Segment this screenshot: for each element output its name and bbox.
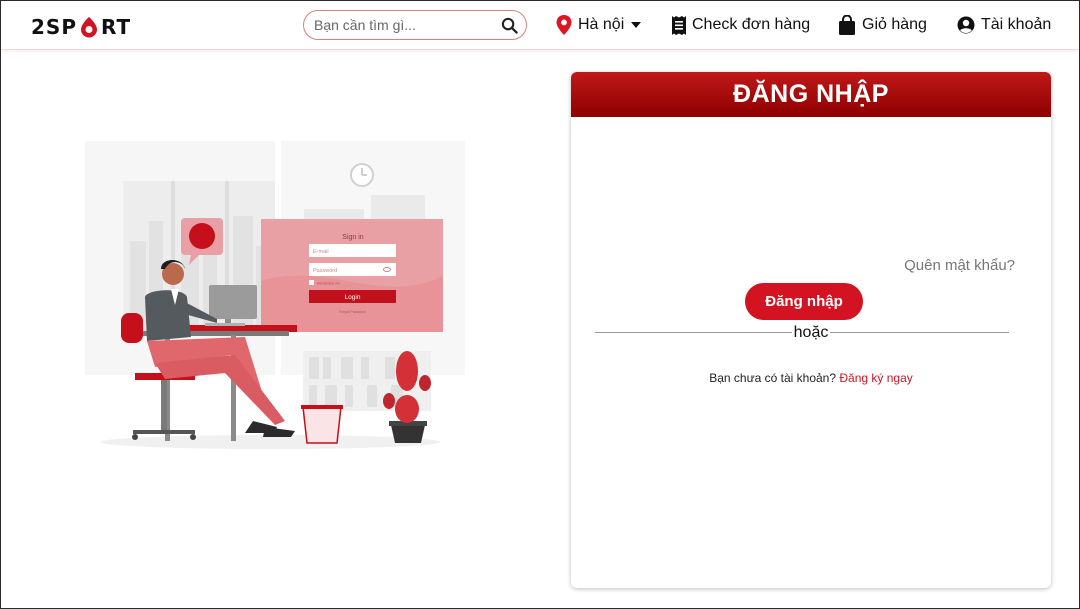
login-card: ĐĂNG NHẬP Quên mật khẩu? Đăng nhập hoặc … bbox=[571, 72, 1051, 588]
illustration-forgot-link: Forgot Password bbox=[339, 310, 366, 314]
register-prompt: Bạn chưa có tài khoản? Đăng ký ngay bbox=[571, 371, 1051, 385]
receipt-icon bbox=[672, 15, 686, 35]
or-label: hoặc bbox=[791, 324, 831, 341]
search-input[interactable] bbox=[314, 16, 494, 34]
logo-text-left: 2SP bbox=[31, 15, 77, 39]
location-selector[interactable]: Hà nội bbox=[556, 14, 642, 36]
search-bar bbox=[303, 10, 527, 40]
check-order-label: Check đơn hàng bbox=[692, 16, 811, 33]
illustration-form-title: Sign in bbox=[342, 234, 364, 241]
logo-flame-icon bbox=[80, 17, 97, 38]
logo-text-right: RT bbox=[100, 15, 132, 39]
forgot-password-link[interactable]: Quên mật khẩu? bbox=[904, 257, 1015, 274]
register-link[interactable]: Đăng ký ngay bbox=[839, 371, 912, 385]
location-label: Hà nội bbox=[578, 16, 625, 33]
illustration-password-field: Password bbox=[313, 268, 337, 274]
no-account-text: Bạn chưa có tài khoản? bbox=[709, 371, 837, 385]
or-divider: hoặc bbox=[571, 324, 1051, 342]
top-header: 2SP RT Hà nội Check đơn hàng bbox=[1, 1, 1079, 50]
login-title: ĐĂNG NHẬP bbox=[733, 80, 889, 108]
cactus-pot bbox=[391, 425, 425, 443]
map-pin-icon bbox=[556, 15, 572, 35]
waste-basket bbox=[302, 406, 342, 444]
office-chair bbox=[121, 313, 143, 343]
cactus bbox=[396, 351, 418, 391]
monitor bbox=[209, 285, 257, 319]
person-torso bbox=[145, 290, 191, 341]
check-order-link[interactable]: Check đơn hàng bbox=[672, 14, 810, 36]
account-label: Tài khoản bbox=[981, 16, 1052, 33]
chevron-down-icon bbox=[631, 22, 642, 28]
user-circle-icon bbox=[957, 16, 975, 34]
illustration-login-button: Login bbox=[345, 294, 361, 301]
search-icon[interactable] bbox=[501, 17, 518, 34]
login-button[interactable]: Đăng nhập bbox=[745, 283, 863, 320]
brand-logo[interactable]: 2SP RT bbox=[31, 15, 131, 39]
cart-link[interactable]: Giỏ hàng bbox=[838, 14, 927, 36]
login-card-header: ĐĂNG NHẬP bbox=[571, 72, 1051, 117]
shopping-bag-icon bbox=[839, 15, 855, 35]
account-link[interactable]: Tài khoản bbox=[957, 14, 1051, 36]
illustration-email-field: E-mail bbox=[313, 249, 329, 255]
cart-label: Giỏ hàng bbox=[862, 16, 927, 33]
illustration-remember-label: Remember me bbox=[317, 282, 340, 286]
login-illustration: Sign in E-mail Password Remember me Logi… bbox=[85, 141, 465, 449]
